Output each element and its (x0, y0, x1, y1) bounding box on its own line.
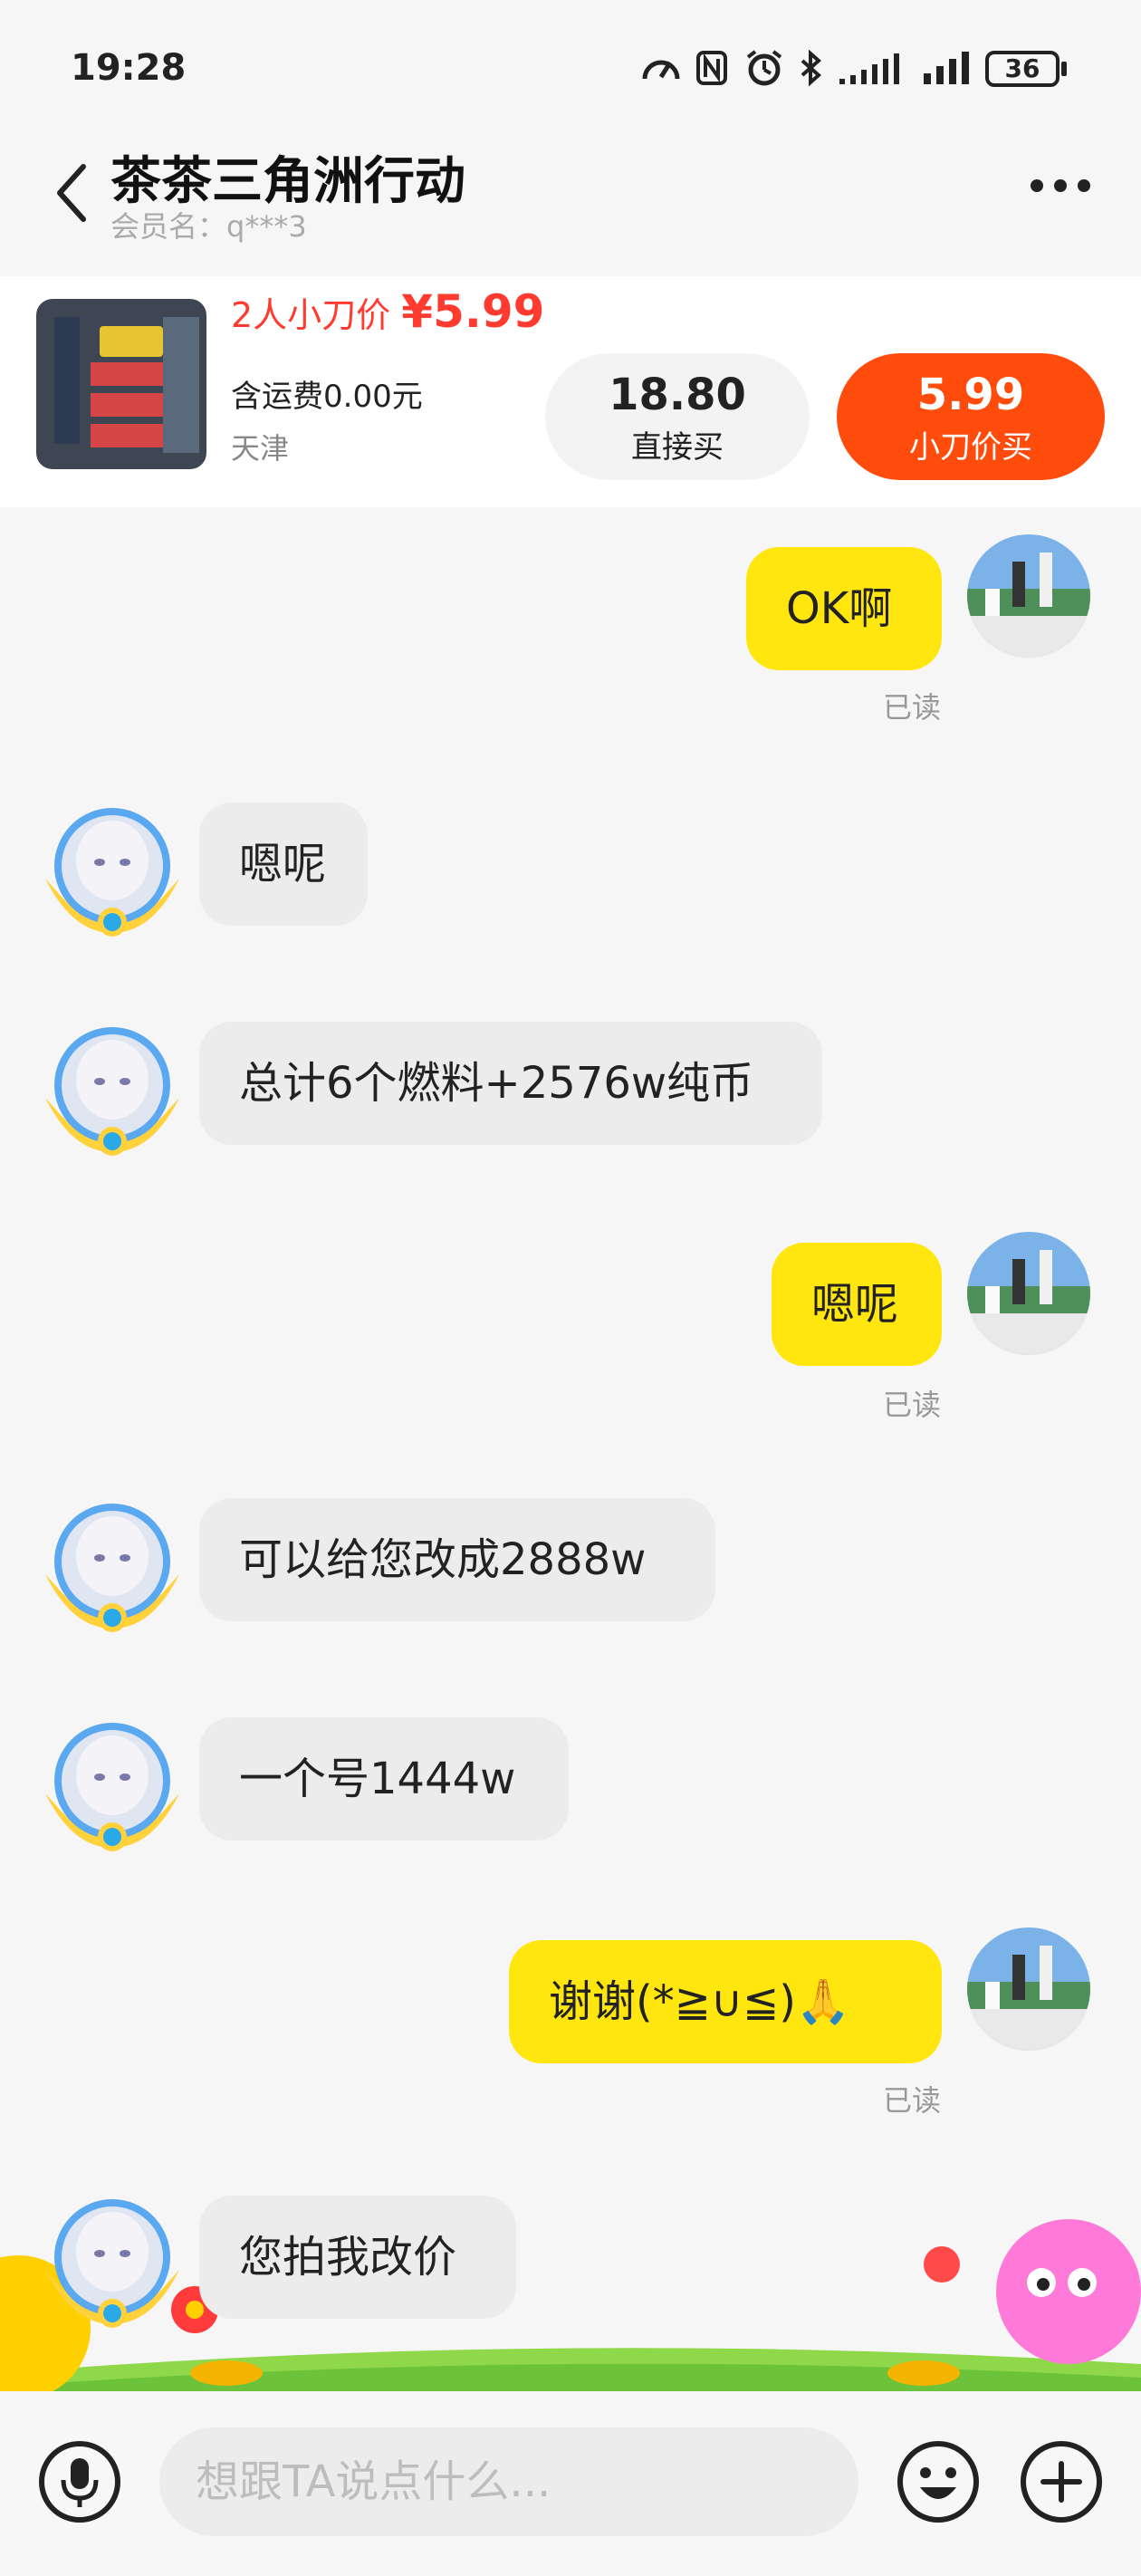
signal-icon (839, 53, 899, 84)
my-avatar[interactable] (967, 1927, 1090, 2051)
seller-message-bubble[interactable]: 您拍我改价 (199, 2196, 516, 2319)
my-message-bubble[interactable]: OK啊 (746, 547, 942, 670)
speedometer-icon (642, 60, 680, 80)
promo-label: 2人小刀价 (231, 295, 391, 335)
direct-buy-button[interactable]: 18.80 直接买 (545, 353, 810, 480)
read-status: 已读 (883, 2083, 942, 2118)
avatar-anime-icon (45, 1504, 179, 1632)
plus-icon[interactable] (1018, 2438, 1105, 2525)
my-avatar[interactable] (967, 1232, 1090, 1355)
seller-avatar[interactable] (36, 797, 188, 949)
read-status: 已读 (883, 1388, 942, 1422)
battery-tip (1061, 62, 1067, 76)
my-message-bubble[interactable]: 嗯呢 (772, 1243, 942, 1366)
seller-avatar[interactable] (36, 2188, 188, 2341)
avatar-anime-icon (45, 808, 179, 937)
alarm-icon (746, 50, 782, 86)
avatar-photo (967, 1927, 1090, 2051)
seller-avatar[interactable] (36, 1712, 188, 1864)
chevron-left-icon[interactable] (54, 161, 91, 225)
seller-message-bubble[interactable]: 可以给您改成2888w (199, 1498, 715, 1621)
battery-icon: 36 (985, 51, 1060, 87)
seller-message-bubble[interactable]: 一个号1444w (199, 1717, 569, 1841)
bargain-buy-price: 5.99 (916, 370, 1025, 420)
avatar-anime-icon (45, 1723, 179, 1851)
my-avatar[interactable] (967, 534, 1090, 658)
seller-avatar[interactable] (36, 1016, 188, 1168)
status-time: 19:28 (71, 47, 187, 89)
my-message-bubble[interactable]: 谢谢(*≧∪≦)🙏 (509, 1940, 942, 2063)
bargain-buy-button[interactable]: 5.99 小刀价买 (837, 353, 1105, 480)
microphone-icon[interactable] (36, 2438, 123, 2525)
seller-message-bubble[interactable]: 总计6个燃料+2576w纯币 (199, 1022, 822, 1145)
bargain-promo: 2人小刀价 ¥5.99 (231, 285, 544, 338)
seller-location: 天津 (231, 431, 290, 466)
emoji-icon[interactable] (895, 2438, 982, 2525)
status-bar: 19:28 36 (0, 0, 1141, 136)
battery-level: 36 (1004, 53, 1040, 83)
seller-message-bubble[interactable]: 嗯呢 (199, 803, 368, 926)
avatar-anime-icon (45, 1027, 179, 1156)
signal-icon (924, 52, 969, 84)
direct-buy-label: 直接买 (631, 429, 724, 466)
message-input[interactable] (159, 2427, 858, 2536)
direct-buy-price: 18.80 (609, 370, 746, 420)
bluetooth-icon (801, 50, 822, 86)
read-status: 已读 (883, 690, 942, 725)
seller-avatar[interactable] (36, 1493, 188, 1645)
shipping-fee: 含运费0.00元 (231, 379, 423, 415)
avatar-photo (967, 534, 1090, 658)
more-dots-icon[interactable] (1028, 177, 1093, 195)
message-list[interactable] (0, 507, 1141, 2391)
member-name: 会员名：q***3 (110, 209, 307, 244)
nfc-icon (696, 51, 727, 85)
promo-price: ¥5.99 (401, 285, 545, 338)
bargain-buy-label: 小刀价买 (909, 429, 1032, 466)
product-thumbnail[interactable] (36, 299, 206, 469)
avatar-anime-icon (45, 2199, 179, 2328)
avatar-photo (967, 1232, 1090, 1355)
chat-title: 茶茶三角洲行动 (110, 152, 465, 211)
